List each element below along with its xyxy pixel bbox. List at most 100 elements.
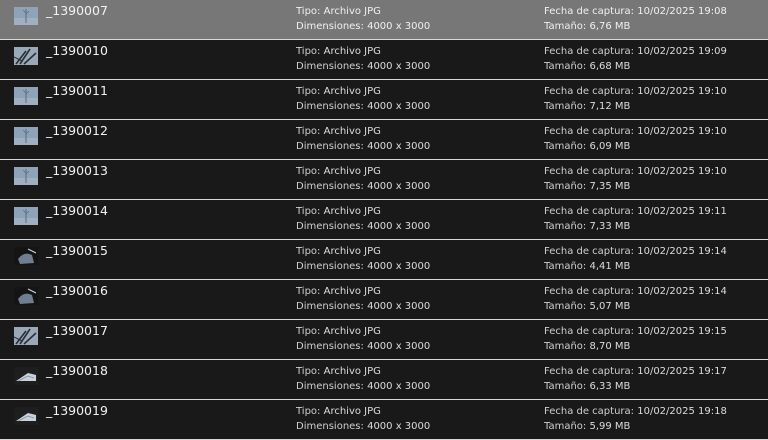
file-row[interactable]: _1390014 Tipo: Archivo JPG Dimensiones: … — [0, 200, 768, 240]
file-name: _1390012 — [46, 123, 108, 138]
size-label: Tamaño: — [544, 61, 587, 72]
size-value: 6,76 MB — [589, 21, 631, 32]
file-row[interactable]: _1390010 Tipo: Archivo JPG Dimensiones: … — [0, 40, 768, 80]
file-size: Tamaño: 7,12 MB — [544, 99, 630, 114]
file-capture-date: Fecha de captura: 10/02/2025 19:18 — [544, 404, 727, 419]
file-dimensions: Dimensiones: 4000 x 3000 — [296, 379, 430, 394]
capture-date-label: Fecha de captura: — [544, 166, 635, 177]
file-row[interactable]: _1390017 Tipo: Archivo JPG Dimensiones: … — [0, 320, 768, 360]
file-row[interactable]: _1390007 Tipo: Archivo JPG Dimensiones: … — [0, 0, 768, 40]
type-label: Tipo: — [296, 86, 321, 97]
file-capture-date: Fecha de captura: 10/02/2025 19:11 — [544, 204, 727, 219]
size-label: Tamaño: — [544, 381, 587, 392]
photo-thumbnail-icon — [14, 367, 38, 385]
type-label: Tipo: — [296, 206, 321, 217]
capture-date-value: 10/02/2025 19:09 — [637, 46, 727, 57]
file-capture-date: Fecha de captura: 10/02/2025 19:14 — [544, 284, 727, 299]
file-name: _1390007 — [46, 3, 108, 18]
file-size: Tamaño: 8,70 MB — [544, 339, 630, 354]
file-row[interactable]: _1390019 Tipo: Archivo JPG Dimensiones: … — [0, 400, 768, 440]
size-label: Tamaño: — [544, 101, 587, 112]
photo-thumbnail-icon — [14, 287, 38, 305]
size-label: Tamaño: — [544, 261, 587, 272]
file-row[interactable]: _1390018 Tipo: Archivo JPG Dimensiones: … — [0, 360, 768, 400]
capture-date-label: Fecha de captura: — [544, 246, 635, 257]
photo-thumbnail-icon — [14, 47, 38, 65]
file-dimensions: Dimensiones: 4000 x 3000 — [296, 99, 430, 114]
type-value: Archivo JPG — [323, 326, 381, 337]
file-size: Tamaño: 5,99 MB — [544, 419, 630, 434]
file-name: _1390014 — [46, 203, 108, 218]
file-name: _1390011 — [46, 83, 108, 98]
type-value: Archivo JPG — [323, 86, 381, 97]
size-value: 4,41 MB — [589, 261, 631, 272]
type-value: Archivo JPG — [323, 406, 381, 417]
dimensions-label: Dimensiones: — [296, 141, 364, 152]
photo-thumbnail-icon — [14, 87, 38, 105]
capture-date-label: Fecha de captura: — [544, 406, 635, 417]
file-dimensions: Dimensiones: 4000 x 3000 — [296, 259, 430, 274]
file-row[interactable]: _1390015 Tipo: Archivo JPG Dimensiones: … — [0, 240, 768, 280]
size-value: 6,33 MB — [589, 381, 631, 392]
file-row[interactable]: _1390011 Tipo: Archivo JPG Dimensiones: … — [0, 80, 768, 120]
dimensions-value: 4000 x 3000 — [367, 421, 431, 432]
dimensions-value: 4000 x 3000 — [367, 301, 431, 312]
file-capture-date: Fecha de captura: 10/02/2025 19:17 — [544, 364, 727, 379]
file-type: Tipo: Archivo JPG — [296, 164, 381, 179]
size-value: 8,70 MB — [589, 341, 631, 352]
file-capture-date: Fecha de captura: 10/02/2025 19:10 — [544, 84, 727, 99]
type-value: Archivo JPG — [323, 126, 381, 137]
type-value: Archivo JPG — [323, 206, 381, 217]
type-label: Tipo: — [296, 246, 321, 257]
file-dimensions: Dimensiones: 4000 x 3000 — [296, 19, 430, 34]
file-row[interactable]: _1390012 Tipo: Archivo JPG Dimensiones: … — [0, 120, 768, 160]
file-dimensions: Dimensiones: 4000 x 3000 — [296, 139, 430, 154]
capture-date-label: Fecha de captura: — [544, 286, 635, 297]
file-size: Tamaño: 7,35 MB — [544, 179, 630, 194]
dimensions-label: Dimensiones: — [296, 181, 364, 192]
file-dimensions: Dimensiones: 4000 x 3000 — [296, 219, 430, 234]
file-name: _1390010 — [46, 43, 108, 58]
file-type: Tipo: Archivo JPG — [296, 404, 381, 419]
dimensions-label: Dimensiones: — [296, 221, 364, 232]
capture-date-label: Fecha de captura: — [544, 126, 635, 137]
type-value: Archivo JPG — [323, 46, 381, 57]
size-value: 6,68 MB — [589, 61, 631, 72]
file-type: Tipo: Archivo JPG — [296, 324, 381, 339]
file-dimensions: Dimensiones: 4000 x 3000 — [296, 339, 430, 354]
capture-date-value: 10/02/2025 19:14 — [637, 286, 727, 297]
file-dimensions: Dimensiones: 4000 x 3000 — [296, 419, 430, 434]
capture-date-label: Fecha de captura: — [544, 326, 635, 337]
dimensions-value: 4000 x 3000 — [367, 181, 431, 192]
photo-thumbnail-icon — [14, 207, 38, 225]
dimensions-value: 4000 x 3000 — [367, 61, 431, 72]
capture-date-value: 10/02/2025 19:17 — [637, 366, 727, 377]
dimensions-value: 4000 x 3000 — [367, 341, 431, 352]
type-label: Tipo: — [296, 46, 321, 57]
file-name: _1390015 — [46, 243, 108, 258]
capture-date-label: Fecha de captura: — [544, 6, 635, 17]
file-row[interactable]: _1390013 Tipo: Archivo JPG Dimensiones: … — [0, 160, 768, 200]
size-label: Tamaño: — [544, 181, 587, 192]
capture-date-value: 10/02/2025 19:11 — [637, 206, 727, 217]
photo-thumbnail-icon — [14, 127, 38, 145]
file-type: Tipo: Archivo JPG — [296, 4, 381, 19]
file-row[interactable]: _1390016 Tipo: Archivo JPG Dimensiones: … — [0, 280, 768, 320]
dimensions-label: Dimensiones: — [296, 21, 364, 32]
dimensions-value: 4000 x 3000 — [367, 141, 431, 152]
size-value: 5,07 MB — [589, 301, 631, 312]
capture-date-label: Fecha de captura: — [544, 206, 635, 217]
type-value: Archivo JPG — [323, 246, 381, 257]
dimensions-label: Dimensiones: — [296, 341, 364, 352]
file-type: Tipo: Archivo JPG — [296, 124, 381, 139]
file-size: Tamaño: 5,07 MB — [544, 299, 630, 314]
capture-date-label: Fecha de captura: — [544, 46, 635, 57]
file-name: _1390013 — [46, 163, 108, 178]
file-size: Tamaño: 6,76 MB — [544, 19, 630, 34]
size-value: 6,09 MB — [589, 141, 631, 152]
dimensions-label: Dimensiones: — [296, 421, 364, 432]
type-value: Archivo JPG — [323, 366, 381, 377]
dimensions-label: Dimensiones: — [296, 381, 364, 392]
photo-thumbnail-icon — [14, 167, 38, 185]
size-value: 7,12 MB — [589, 101, 631, 112]
